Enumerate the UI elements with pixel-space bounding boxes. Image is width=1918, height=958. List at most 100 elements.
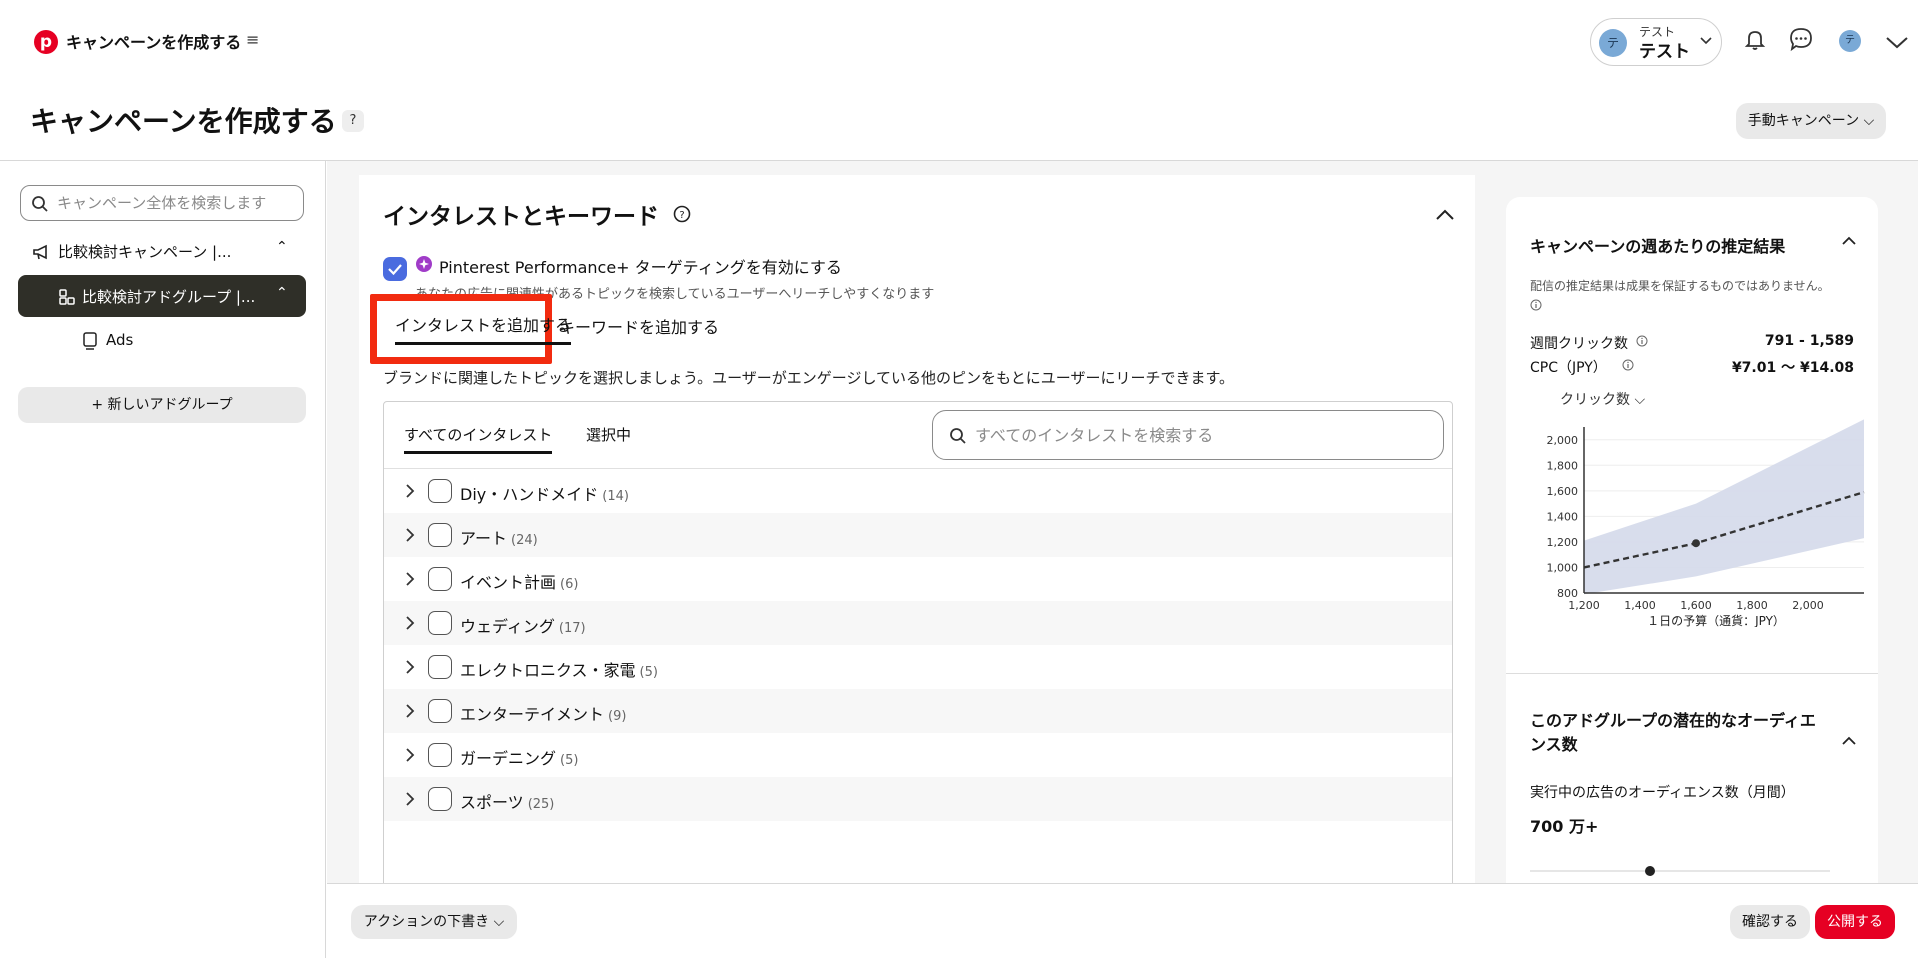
- tab-add-keywords[interactable]: キーワードを追加する: [559, 314, 719, 338]
- interest-label: エンターテイメント: [460, 705, 605, 724]
- account-menu-chevron-icon[interactable]: [1884, 30, 1910, 54]
- interest-picker: すべてのインタレスト 選択中 Diy・ハンドメイド(14) アート(24) イベント…: [383, 401, 1453, 883]
- interest-name: ウェディング (17): [460, 613, 586, 637]
- interest-checkbox[interactable]: [428, 699, 452, 723]
- collapse-chevron-icon[interactable]: [1840, 733, 1858, 749]
- help-icon[interactable]: ?: [342, 110, 364, 132]
- sidebar-item-campaign[interactable]: 比較検討キャンペーン |... ⌃: [18, 233, 306, 269]
- expand-chevron-icon[interactable]: [404, 658, 416, 676]
- interest-checkbox[interactable]: [428, 523, 452, 547]
- app-title: キャンペーンを作成する: [66, 33, 242, 52]
- metric-dropdown[interactable]: クリック数 ⌵: [1560, 389, 1645, 409]
- interest-count: (14): [602, 489, 629, 504]
- pinterest-logo-icon[interactable]: p: [34, 30, 58, 54]
- collapse-chevron-icon[interactable]: [1840, 233, 1858, 249]
- expand-chevron-icon[interactable]: [404, 482, 416, 500]
- top-bar: p キャンペーンを作成する ≡ テ テスト テスト テ: [0, 0, 1918, 82]
- sidebar-item-ads[interactable]: Ads: [60, 325, 260, 357]
- chevron-up-icon[interactable]: ⌃: [276, 239, 288, 255]
- confirm-button[interactable]: 確認する: [1730, 905, 1810, 939]
- search-icon: [950, 428, 966, 444]
- sidebar: 比較検討キャンペーン |... ⌃ 比較検討アドグループ |... ⌃ Ads …: [0, 161, 326, 958]
- interest-count: (24): [511, 533, 538, 548]
- chevron-down-icon: [1700, 37, 1712, 45]
- expand-chevron-icon[interactable]: [404, 614, 416, 632]
- performance-plus-checkbox[interactable]: [383, 257, 407, 281]
- info-icon[interactable]: [1622, 359, 1634, 371]
- y-tick-label: 1,800: [1547, 459, 1579, 472]
- tab-all-interests[interactable]: すべてのインタレスト: [404, 424, 553, 454]
- interest-row[interactable]: Diy・ハンドメイド (14): [384, 469, 1452, 513]
- weekly-clicks-label: 週間クリック数: [1530, 336, 1628, 352]
- interest-row[interactable]: ウェディング (17): [384, 601, 1452, 645]
- interest-checkbox[interactable]: [428, 655, 452, 679]
- tab-add-interests[interactable]: インタレストを追加する: [395, 312, 572, 345]
- panel-divider: [1506, 673, 1878, 674]
- campaign-mode-label: 手動キャンペーン: [1747, 113, 1860, 129]
- campaign-mode-dropdown[interactable]: 手動キャンペーン ⌵: [1736, 103, 1886, 139]
- interest-row[interactable]: エレクトロニクス・家電 (5): [384, 645, 1452, 689]
- expand-chevron-icon[interactable]: [404, 746, 416, 764]
- interests-keywords-card: インタレストとキーワード ? Pinterest Performance+ ター…: [359, 175, 1475, 883]
- expand-chevron-icon[interactable]: [404, 570, 416, 588]
- page-title: キャンペーンを作成する: [30, 105, 337, 138]
- interest-row[interactable]: アート (24): [384, 513, 1452, 557]
- messages-icon[interactable]: [1786, 24, 1816, 54]
- interest-count: (5): [560, 753, 579, 768]
- notification-bell-icon[interactable]: [1740, 24, 1770, 54]
- interest-search-input[interactable]: [975, 424, 1415, 446]
- sidebar-search[interactable]: [20, 185, 304, 221]
- interest-count: (17): [558, 621, 586, 636]
- interests-helper-text: ブランドに関連したトピックを選択しましょう。ユーザーがエンゲージしている他のピン…: [383, 369, 1234, 387]
- collapse-chevron-icon[interactable]: [1433, 205, 1457, 225]
- interest-count: (25): [527, 797, 555, 812]
- check-icon: [388, 264, 402, 276]
- draft-actions-label: アクションの下書き: [363, 914, 490, 930]
- interest-name: Diy・ハンドメイド (14): [460, 481, 629, 505]
- interest-checkbox[interactable]: [428, 787, 452, 811]
- new-adgroup-button[interactable]: + 新しいアドグループ: [18, 387, 306, 423]
- expand-chevron-icon[interactable]: [404, 702, 416, 720]
- performance-plus-icon: [416, 256, 432, 272]
- menu-icon[interactable]: ≡: [246, 30, 259, 49]
- chevron-down-icon: ⌵: [1634, 392, 1646, 408]
- info-icon[interactable]: [1530, 299, 1542, 311]
- interest-checkbox[interactable]: [428, 743, 452, 767]
- account-switcher[interactable]: テ テスト テスト: [1590, 18, 1722, 66]
- interest-row[interactable]: エンターテイメント (9): [384, 689, 1452, 733]
- interest-checkbox[interactable]: [428, 479, 452, 503]
- ad-pin-icon: [83, 332, 97, 350]
- interest-count: (9): [608, 709, 627, 724]
- interest-row[interactable]: イベント計画 (6): [384, 557, 1452, 601]
- chevron-up-icon[interactable]: ⌃: [276, 285, 288, 301]
- info-icon[interactable]: [1636, 335, 1648, 347]
- publish-button[interactable]: 公開する: [1815, 905, 1895, 939]
- interest-row[interactable]: スポーツ (25): [384, 777, 1452, 821]
- interest-row[interactable]: ガーデニング (5): [384, 733, 1452, 777]
- interest-search[interactable]: [932, 410, 1444, 460]
- estimates-panel: キャンペーンの週あたりの推定結果 配信の推定結果は成果を保証するものではありませ…: [1482, 161, 1918, 883]
- y-tick-label: 1,000: [1547, 561, 1579, 574]
- slider-knob: [1645, 866, 1655, 876]
- estimates-card: キャンペーンの週あたりの推定結果 配信の推定結果は成果を保証するものではありませ…: [1506, 197, 1878, 883]
- interest-checkbox[interactable]: [428, 611, 452, 635]
- tab-selected[interactable]: 選択中: [586, 424, 631, 445]
- expand-chevron-icon[interactable]: [404, 526, 416, 544]
- user-avatar[interactable]: テ: [1839, 30, 1861, 52]
- sidebar-search-input[interactable]: [57, 192, 297, 214]
- draft-actions-button[interactable]: アクションの下書き ⌵: [351, 905, 517, 939]
- expand-chevron-icon[interactable]: [404, 790, 416, 808]
- sidebar-campaign-label: 比較検討キャンペーン |...: [58, 243, 232, 261]
- interest-name: イベント計画 (6): [460, 569, 578, 593]
- interest-checkbox[interactable]: [428, 567, 452, 591]
- account-name: テスト: [1639, 42, 1690, 62]
- cpc-label: CPC（JPY）: [1530, 360, 1607, 376]
- interest-name: エンターテイメント (9): [460, 701, 626, 725]
- sidebar-item-adgroup[interactable]: 比較検討アドグループ |... ⌃: [18, 275, 306, 317]
- performance-plus-label: Pinterest Performance+ ターゲティングを有効にする: [439, 258, 842, 277]
- interest-name: エレクトロニクス・家電 (5): [460, 657, 658, 681]
- interest-name: ガーデニング (5): [460, 745, 578, 769]
- x-tick-label: 1,400: [1624, 599, 1656, 612]
- account-avatar: テ: [1599, 29, 1627, 57]
- help-icon[interactable]: ?: [673, 205, 691, 223]
